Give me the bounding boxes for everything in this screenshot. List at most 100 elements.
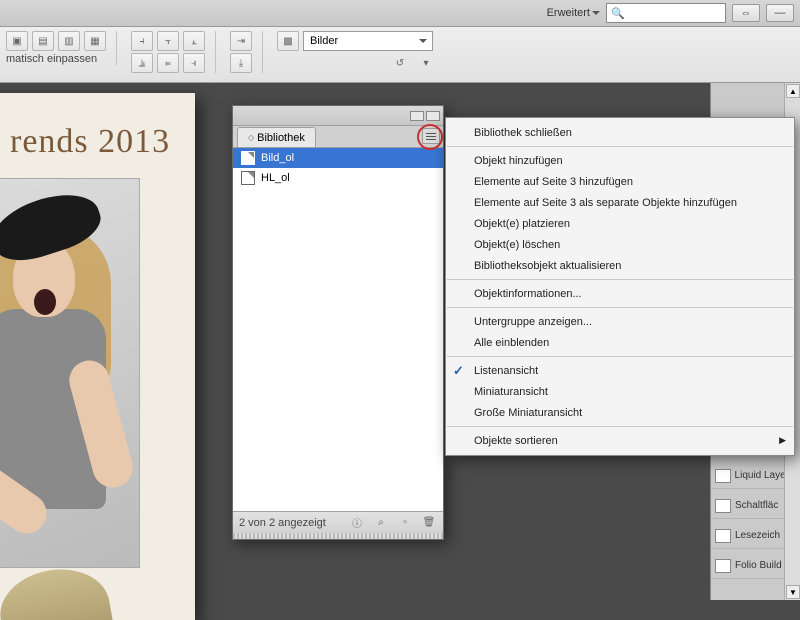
menu-item-label: Miniaturansicht [474, 386, 548, 398]
menu-item[interactable]: Elemente auf Seite 3 hinzufügen [446, 171, 794, 192]
library-item[interactable]: Bild_ol [233, 148, 443, 168]
frame-fit-group: ▣ ▤ ▥ ▦ matisch einpassen [6, 31, 117, 65]
dock-panel-tab[interactable]: Schaltfläc [711, 493, 784, 519]
page[interactable]: rends 2013 [0, 93, 195, 620]
menu-item-label: Listenansicht [474, 365, 538, 377]
align-group: ⫞ ⫟ ⫠ ⫡ ⫢ ⫣ [131, 31, 216, 73]
menu-item[interactable]: Objekt(e) löschen [446, 234, 794, 255]
menu-item[interactable]: Untergruppe anzeigen... [446, 311, 794, 332]
center-content-icon[interactable]: ▦ [84, 31, 106, 51]
fill-frame-icon[interactable]: ▤ [32, 31, 54, 51]
menu-separator [447, 307, 793, 308]
library-panel: ◇ Bibliothek Bild_ol HL_ol 2 von 2 angeze… [232, 105, 444, 540]
align-top-icon[interactable]: ⫡ [131, 53, 153, 73]
annotation-circle [417, 124, 443, 150]
window-arrows-icon[interactable]: ⇔ [732, 4, 760, 22]
panel-flyout-menu: Bibliothek schließen Objekt hinzufügen Ele… [445, 117, 795, 456]
check-icon: ✓ [453, 363, 464, 379]
menu-item-label: Objekte sortieren [474, 435, 558, 447]
menu-item[interactable]: Bibliotheksobjekt aktualisieren [446, 255, 794, 276]
library-item-label: HL_ol [261, 172, 290, 184]
panel-icon [715, 529, 731, 543]
control-toolbar: ▣ ▤ ▥ ▦ matisch einpassen ⫞ ⫟ ⫠ ⫡ ⫢ ⫣ ⇥ … [0, 27, 800, 83]
dock-label: Schaltfläc [735, 500, 778, 511]
page-headline: rends 2013 [10, 123, 185, 161]
snippet-icon [241, 151, 255, 165]
menu-item[interactable]: Miniaturansicht [446, 381, 794, 402]
menu-item-label: Bibliotheksobjekt aktualisieren [474, 260, 621, 272]
menu-item[interactable]: Objekt(e) platzieren [446, 213, 794, 234]
panel-menu-button[interactable] [422, 128, 440, 144]
menu-separator [447, 356, 793, 357]
menu-item[interactable]: ✓ Listenansicht [446, 360, 794, 381]
menu-item[interactable]: Objektinformationen... [446, 283, 794, 304]
align-center-icon[interactable]: ⫟ [157, 31, 179, 51]
fit-label: matisch einpassen [6, 53, 106, 65]
menu-item-label: Objekt(e) löschen [474, 239, 560, 251]
scroll-down-icon[interactable]: ▼ [786, 585, 800, 599]
library-item-label: Bild_ol [261, 152, 294, 164]
menu-item[interactable]: Große Miniaturansicht [446, 402, 794, 423]
fit-frame-icon[interactable]: ▥ [58, 31, 80, 51]
fit-content-icon[interactable]: ▣ [6, 31, 28, 51]
panel-icon [715, 469, 731, 483]
library-list[interactable]: Bild_ol HL_ol [233, 148, 443, 511]
menu-item-label: Elemente auf Seite 3 hinzufügen [474, 176, 633, 188]
dock-panel-tab[interactable]: Liquid Laye [711, 463, 784, 489]
placed-image[interactable] [0, 178, 140, 568]
info-icon[interactable]: ⓘ [349, 516, 365, 530]
distribute-v-icon[interactable]: ⤓ [230, 53, 252, 73]
scroll-up-icon[interactable]: ▲ [786, 84, 800, 98]
menu-separator [447, 279, 793, 280]
panel-tabrow: ◇ Bibliothek [233, 126, 443, 148]
dock-label: Folio Build [735, 560, 782, 571]
trash-icon[interactable]: 🗑 [421, 516, 437, 530]
search-subset-icon[interactable]: ⌕ [373, 516, 389, 530]
menu-separator [447, 426, 793, 427]
menu-separator [447, 146, 793, 147]
placed-image-shoe[interactable] [0, 561, 116, 620]
menu-item-label: Objekt hinzufügen [474, 155, 563, 167]
workspace-switcher[interactable]: Erweitert [543, 3, 600, 23]
minimize-button[interactable]: — [766, 4, 794, 22]
new-item-icon[interactable]: ▫ [397, 516, 413, 530]
distribute-h-icon[interactable]: ⇥ [230, 31, 252, 51]
distribute-group: ⇥ ⤓ [230, 31, 263, 73]
panel-titlebar[interactable] [233, 106, 443, 126]
search-icon: 🔍 [611, 7, 625, 20]
align-bottom-icon[interactable]: ⫣ [183, 53, 205, 73]
dock-label: Lesezeich [735, 530, 780, 541]
panel-footer: 2 von 2 angezeigt ⓘ ⌕ ▫ 🗑 [233, 511, 443, 533]
dock-panel-tab[interactable]: Folio Build [711, 553, 784, 579]
align-left-icon[interactable]: ⫞ [131, 31, 153, 51]
style-options-icon[interactable]: ▾ [415, 53, 437, 73]
align-middle-icon[interactable]: ⫢ [157, 53, 179, 73]
menu-item-label: Alle einblenden [474, 337, 549, 349]
collapse-icon[interactable] [410, 111, 424, 121]
library-item[interactable]: HL_ol [233, 168, 443, 188]
menu-item[interactable]: Objekt hinzufügen [446, 150, 794, 171]
sort-icon: ◇ [248, 133, 254, 142]
object-style-group: ▩ Bilder ↺ ▾ [277, 31, 447, 73]
menu-item[interactable]: Objekte sortieren ▶ [446, 430, 794, 451]
menu-item-label: Objektinformationen... [474, 288, 582, 300]
menu-item[interactable]: Elemente auf Seite 3 als separate Objekt… [446, 192, 794, 213]
object-style-icon[interactable]: ▩ [277, 31, 299, 51]
object-style-combo[interactable]: Bilder [303, 31, 433, 51]
menu-item-label: Große Miniaturansicht [474, 407, 582, 419]
app-bar: Erweitert 🔍 ⇔ — [0, 0, 800, 27]
menu-item[interactable]: Alle einblenden [446, 332, 794, 353]
dock-panel-tab[interactable]: Lesezeich [711, 523, 784, 549]
clear-overrides-icon[interactable]: ↺ [389, 53, 411, 73]
status-text: 2 von 2 angezeigt [239, 517, 341, 529]
menu-item[interactable]: Bibliothek schließen [446, 122, 794, 143]
search-field[interactable]: 🔍 [606, 3, 726, 23]
align-right-icon[interactable]: ⫠ [183, 31, 205, 51]
menu-item-label: Elemente auf Seite 3 als separate Objekt… [474, 197, 737, 209]
document-viewport: rends 2013 [0, 83, 225, 600]
tab-bibliothek[interactable]: ◇ Bibliothek [237, 127, 316, 147]
submenu-arrow-icon: ▶ [779, 435, 786, 446]
resize-grip[interactable] [233, 533, 443, 539]
close-icon[interactable] [426, 111, 440, 121]
panel-icon [715, 499, 731, 513]
